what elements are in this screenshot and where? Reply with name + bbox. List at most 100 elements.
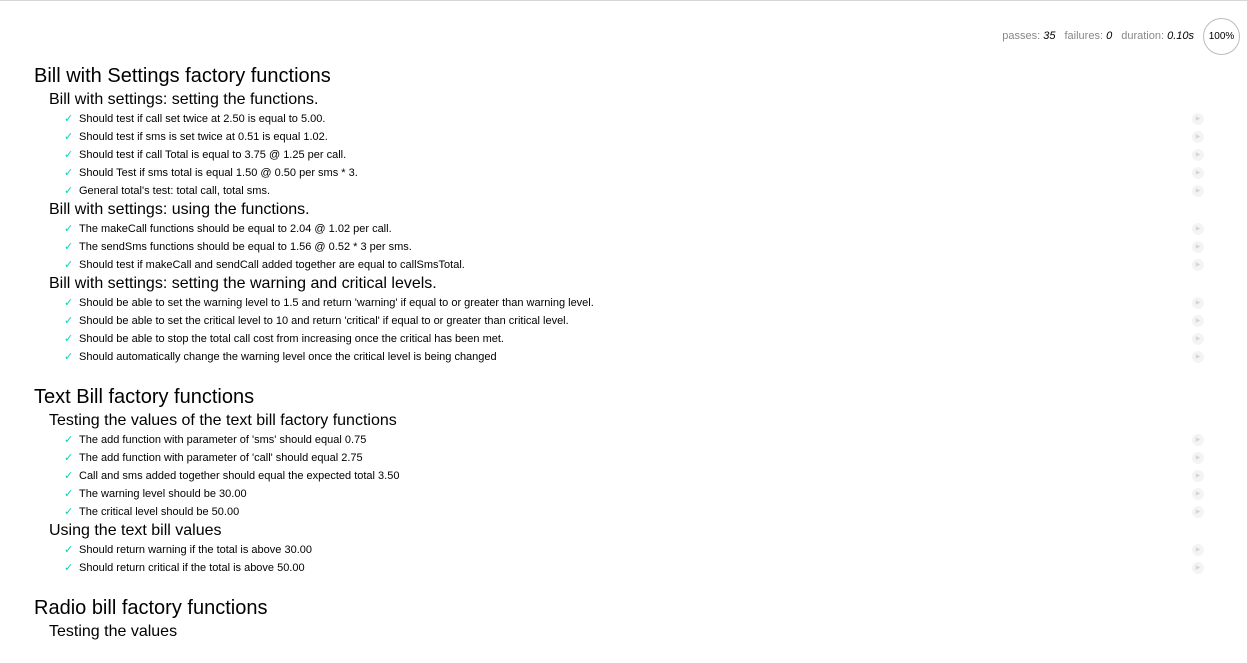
test-title[interactable]: Should be able to set the critical level… (79, 315, 569, 327)
test-row[interactable]: ✓ Should be able to set the warning level… (34, 294, 1214, 312)
replay-icon[interactable]: ▶ (1192, 315, 1204, 327)
replay-icon[interactable]: ▶ (1192, 149, 1204, 161)
replay-icon[interactable]: ▶ (1192, 351, 1204, 363)
failures-label: failures: (1064, 30, 1104, 42)
test-row[interactable]: ✓ Should be able to set the critical leve… (34, 312, 1214, 330)
test-title[interactable]: Should return warning if the total is ab… (79, 544, 312, 556)
suite-title[interactable]: Text Bill factory functions (34, 383, 1214, 411)
test-row[interactable]: ✓ The add function with parameter of 'sms… (34, 431, 1214, 449)
check-icon: ✓ (64, 434, 74, 446)
passes-stat[interactable]: passes: 35 (1002, 30, 1055, 42)
test-title[interactable]: Should return critical if the total is a… (79, 562, 305, 574)
progress-label: 100% (1208, 30, 1235, 42)
test-title[interactable]: Should Test if sms total is equal 1.50 @… (79, 167, 358, 179)
replay-icon[interactable]: ▶ (1192, 544, 1204, 556)
check-icon: ✓ (64, 185, 74, 197)
replay-icon[interactable]: ▶ (1192, 452, 1204, 464)
test-row[interactable]: ✓ Should test if call Total is equal to 3… (34, 146, 1214, 164)
check-icon: ✓ (64, 506, 74, 518)
failures-count: 0 (1106, 30, 1113, 42)
test-row[interactable]: ✓ Should be able to stop the total call c… (34, 330, 1214, 348)
check-icon: ✓ (64, 167, 74, 179)
check-icon: ✓ (64, 452, 74, 464)
suite-spacer (34, 577, 1214, 594)
test-row[interactable]: ✓ Should test if makeCall and sendCall ad… (34, 256, 1214, 274)
duration-value: 0.10s (1167, 30, 1194, 42)
test-row[interactable]: ✓ Should test if sms is set twice at 0.51… (34, 128, 1214, 146)
test-title[interactable]: Should test if call Total is equal to 3.… (79, 149, 346, 161)
test-row[interactable]: ✓ The add function with parameter of 'cal… (34, 449, 1214, 467)
test-title[interactable]: The warning level should be 30.00 (79, 488, 247, 500)
replay-icon[interactable]: ▶ (1192, 113, 1204, 125)
test-title[interactable]: The sendSms functions should be equal to… (79, 241, 412, 253)
test-title[interactable]: General total's test: total call, total … (79, 185, 270, 197)
duration-number: 0.10 (1167, 30, 1189, 42)
replay-icon[interactable]: ▶ (1192, 434, 1204, 446)
replay-icon[interactable]: ▶ (1192, 223, 1204, 235)
top-divider (0, 0, 1247, 1)
test-row[interactable]: ✓ Should return warning if the total is a… (34, 541, 1214, 559)
check-icon: ✓ (64, 470, 74, 482)
replay-icon[interactable]: ▶ (1192, 470, 1204, 482)
test-title[interactable]: Should test if sms is set twice at 0.51 … (79, 131, 328, 143)
replay-icon[interactable]: ▶ (1192, 562, 1204, 574)
replay-icon[interactable]: ▶ (1192, 488, 1204, 500)
test-title[interactable]: The critical level should be 50.00 (79, 506, 239, 518)
check-icon: ✓ (64, 113, 74, 125)
suite-spacer (34, 366, 1214, 383)
replay-icon[interactable]: ▶ (1192, 259, 1204, 271)
subsuite-title[interactable]: Testing the values (49, 622, 1214, 642)
test-row[interactable]: ✓ Should automatically change the warning… (34, 348, 1214, 366)
check-icon: ✓ (64, 333, 74, 345)
replay-icon[interactable]: ▶ (1192, 185, 1204, 197)
test-row[interactable]: ✓ Should return critical if the total is … (34, 559, 1214, 577)
replay-icon[interactable]: ▶ (1192, 167, 1204, 179)
subsuite-title[interactable]: Using the text bill values (49, 521, 1214, 541)
passes-count: 35 (1043, 30, 1056, 42)
test-title[interactable]: The add function with parameter of 'call… (79, 452, 363, 464)
test-title[interactable]: Call and sms added together should equal… (79, 470, 399, 482)
test-title[interactable]: The makeCall functions should be equal t… (79, 223, 392, 235)
test-row[interactable]: ✓ Should Test if sms total is equal 1.50 … (34, 164, 1214, 182)
test-row[interactable]: ✓ The warning level should be 30.00 ▶ (34, 485, 1214, 503)
subsuite-title[interactable]: Bill with settings: setting the warning … (49, 274, 1214, 294)
check-icon: ✓ (64, 297, 74, 309)
duration-unit: s (1188, 30, 1195, 42)
replay-icon[interactable]: ▶ (1192, 297, 1204, 309)
subsuite-title[interactable]: Bill with settings: setting the function… (49, 90, 1214, 110)
failures-stat[interactable]: failures: 0 (1064, 30, 1112, 42)
test-title[interactable]: Should test if makeCall and sendCall add… (79, 259, 465, 271)
test-title[interactable]: The add function with parameter of 'sms'… (79, 434, 366, 446)
replay-icon[interactable]: ▶ (1192, 241, 1204, 253)
test-row[interactable]: ✓ Should test if call set twice at 2.50 i… (34, 110, 1214, 128)
check-icon: ✓ (64, 259, 74, 271)
progress-ring: 100% (1203, 17, 1240, 55)
test-report: Bill with Settings factory functions Bill… (34, 62, 1214, 642)
replay-icon[interactable]: ▶ (1192, 333, 1204, 345)
suite-title[interactable]: Radio bill factory functions (34, 594, 1214, 622)
test-title[interactable]: Should automatically change the warning … (79, 351, 497, 363)
duration-label: duration: (1121, 30, 1165, 42)
check-icon: ✓ (64, 223, 74, 235)
subsuite-title[interactable]: Bill with settings: using the functions. (49, 200, 1214, 220)
passes-label: passes: (1002, 30, 1041, 42)
test-row[interactable]: ✓ Call and sms added together should equa… (34, 467, 1214, 485)
test-row[interactable]: ✓ The makeCall functions should be equal … (34, 220, 1214, 238)
replay-icon[interactable]: ▶ (1192, 131, 1204, 143)
subsuite-title[interactable]: Testing the values of the text bill fact… (49, 411, 1214, 431)
check-icon: ✓ (64, 241, 74, 253)
suite-title[interactable]: Bill with Settings factory functions (34, 62, 1214, 90)
check-icon: ✓ (64, 488, 74, 500)
test-title[interactable]: Should be able to stop the total call co… (79, 333, 504, 345)
test-title[interactable]: Should be able to set the warning level … (79, 297, 594, 309)
test-row[interactable]: ✓ General total's test: total call, total… (34, 182, 1214, 200)
duration-stat: duration: 0.10s (1121, 30, 1194, 42)
test-row[interactable]: ✓ The critical level should be 50.00 ▶ (34, 503, 1214, 521)
check-icon: ✓ (64, 544, 74, 556)
test-title[interactable]: Should test if call set twice at 2.50 is… (79, 113, 325, 125)
check-icon: ✓ (64, 131, 74, 143)
test-row[interactable]: ✓ The sendSms functions should be equal t… (34, 238, 1214, 256)
check-icon: ✓ (64, 149, 74, 161)
stats-bar: passes: 35 failures: 0 duration: 0.10s 1… (1002, 17, 1240, 55)
replay-icon[interactable]: ▶ (1192, 506, 1204, 518)
